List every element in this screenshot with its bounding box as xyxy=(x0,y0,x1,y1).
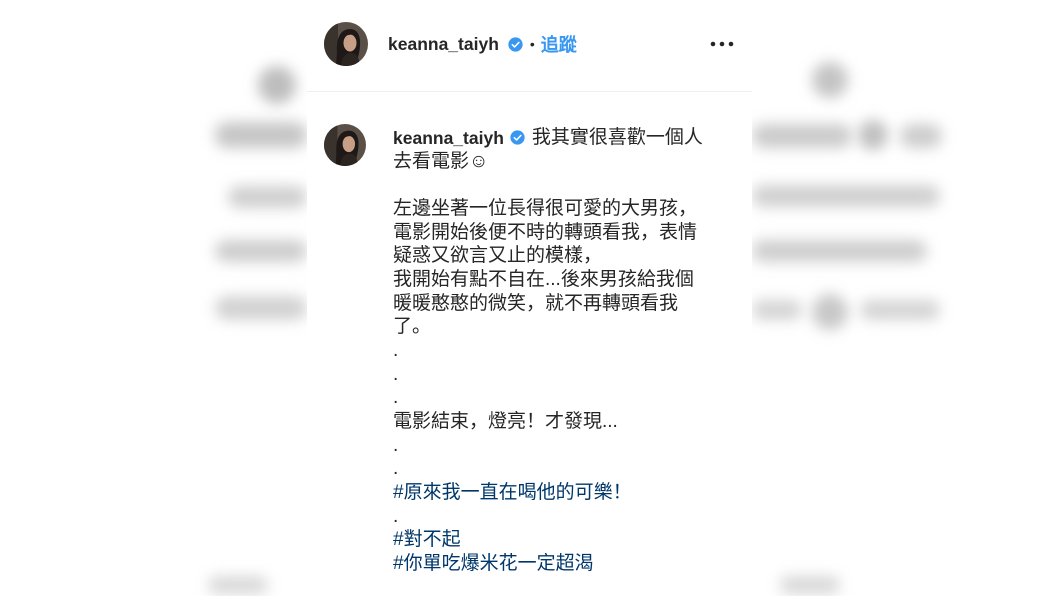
blurred-background-shape xyxy=(780,576,840,594)
caption-dot-line: . xyxy=(393,458,399,480)
caption-line: 電影結束，燈亮！才發現... xyxy=(393,410,618,432)
caption-dot-line: . xyxy=(393,434,399,456)
avatar-photo-icon xyxy=(324,22,368,66)
caption-line: 電影開始後便不時的轉頭看我，表情 xyxy=(393,221,698,243)
blurred-background-shape xyxy=(215,240,307,262)
caption-dot-line: . xyxy=(393,387,399,409)
post-panel: keanna_taiyh • 追蹤 keanna_taiyh 我其實很喜歡一個人… xyxy=(307,0,752,596)
blurred-background-shape xyxy=(228,186,307,208)
caption-dot-line: . xyxy=(393,505,399,527)
caption-dot-line: . xyxy=(393,363,399,385)
blurred-background-shape xyxy=(752,124,852,148)
caption-text: keanna_taiyh 我其實很喜歡一個人 去看電影☺ 左邊坐著一位長得很可愛… xyxy=(393,126,743,575)
follow-button[interactable]: 追蹤 xyxy=(541,31,577,57)
header-separator: • xyxy=(529,36,535,52)
caption-dot-line: . xyxy=(393,339,399,361)
blurred-background-shape xyxy=(900,124,942,148)
blurred-background-shape xyxy=(752,240,927,262)
blurred-background-shape xyxy=(258,66,296,104)
avatar[interactable] xyxy=(324,124,366,166)
blurred-background-shape xyxy=(752,300,802,320)
hashtag-link[interactable]: #你單吃爆米花一定超渴 xyxy=(393,552,743,576)
verified-badge-icon xyxy=(510,130,525,145)
hashtag-link[interactable]: #原來我一直在喝他的可樂！ xyxy=(393,481,743,505)
caption-username[interactable]: keanna_taiyh xyxy=(393,126,504,150)
blurred-background-shape xyxy=(812,294,848,330)
header-user-row: keanna_taiyh • 追蹤 xyxy=(388,32,577,56)
caption-line: 我其實很喜歡一個人 xyxy=(531,127,703,148)
blurred-background-shape xyxy=(858,120,888,150)
caption-line: 暖暖憨憨的微笑，就不再轉頭看我 xyxy=(393,292,679,314)
avatar-photo-icon xyxy=(324,124,366,166)
verified-badge-icon xyxy=(508,36,523,52)
post-header: keanna_taiyh • 追蹤 xyxy=(307,0,752,92)
caption-line: 左邊坐著一位長得很可愛的大男孩， xyxy=(393,197,698,219)
caption-line: 疑惑又欲言又止的模樣， xyxy=(393,245,603,267)
caption-line: 去看電影☺ xyxy=(393,150,489,172)
caption-line: 我開始有點不自在...後來男孩給我個 xyxy=(393,268,694,290)
blurred-background-shape xyxy=(215,296,307,320)
blurred-background-shape xyxy=(860,300,940,320)
avatar[interactable] xyxy=(324,22,368,66)
blurred-background-shape xyxy=(812,62,848,98)
header-username[interactable]: keanna_taiyh xyxy=(388,32,499,56)
blurred-background-shape xyxy=(208,576,268,594)
hashtag-link[interactable]: #對不起 xyxy=(393,528,743,552)
blurred-background-shape xyxy=(752,185,940,207)
blurred-background-shape xyxy=(215,122,307,148)
caption-first-line: keanna_taiyh 我其實很喜歡一個人 xyxy=(393,126,743,150)
more-options-icon[interactable] xyxy=(710,38,734,50)
caption-line: 了。 xyxy=(393,316,432,338)
